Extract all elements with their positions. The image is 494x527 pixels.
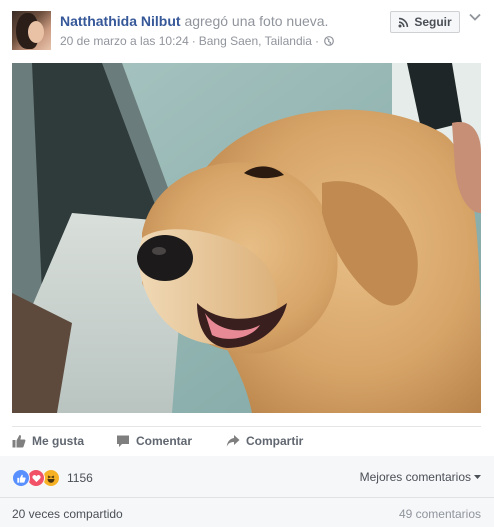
thumbs-up-icon <box>12 435 26 448</box>
avatar[interactable] <box>12 11 51 50</box>
post-meta: 20 de marzo a las 10:24 · Bang Saen, Taila… <box>60 34 334 48</box>
share-icon <box>226 435 240 447</box>
follow-button[interactable]: Seguir <box>390 11 460 33</box>
reaction-count: 1156 <box>67 471 93 485</box>
like-reaction-icon <box>12 469 30 487</box>
share-button[interactable]: Compartir <box>226 427 303 455</box>
chevron-down-icon[interactable] <box>469 13 481 21</box>
rss-icon <box>398 17 409 27</box>
post-location[interactable]: Bang Saen, Tailandia <box>199 34 312 48</box>
author-name[interactable]: Natthathida Nilbut <box>60 13 181 29</box>
globe-icon[interactable] <box>324 36 334 46</box>
share-label: Compartir <box>246 434 304 448</box>
comment-sort-label: Mejores comentarios <box>359 470 471 484</box>
post-timestamp[interactable]: 20 de marzo a las 10:24 <box>60 34 189 48</box>
comment-label: Comentar <box>136 434 193 448</box>
like-button[interactable]: Me gusta <box>12 427 84 455</box>
follow-label: Seguir <box>414 15 452 29</box>
golden-retriever-photo <box>12 63 481 413</box>
post-header-line: Natthathida Nilbut agregó una foto nueva… <box>60 13 328 29</box>
post-action-text: agregó una foto nueva. <box>184 13 329 29</box>
caret-down-icon <box>474 474 481 479</box>
comment-sort-dropdown[interactable]: Mejores comentarios <box>360 470 481 484</box>
reactions-summary[interactable]: 1156 <box>12 469 93 487</box>
action-bar: Me gusta Comentar Compartir <box>12 427 481 455</box>
post-card: Natthathida Nilbut agregó una foto nueva… <box>0 0 494 527</box>
comment-icon <box>117 435 129 447</box>
post-photo[interactable] <box>12 63 481 413</box>
comment-button[interactable]: Comentar <box>116 427 192 455</box>
comment-count[interactable]: 49 comentarios <box>399 507 481 521</box>
share-count[interactable]: 20 veces compartido <box>12 507 123 521</box>
like-label: Me gusta <box>32 434 85 448</box>
footer-divider <box>0 497 494 498</box>
